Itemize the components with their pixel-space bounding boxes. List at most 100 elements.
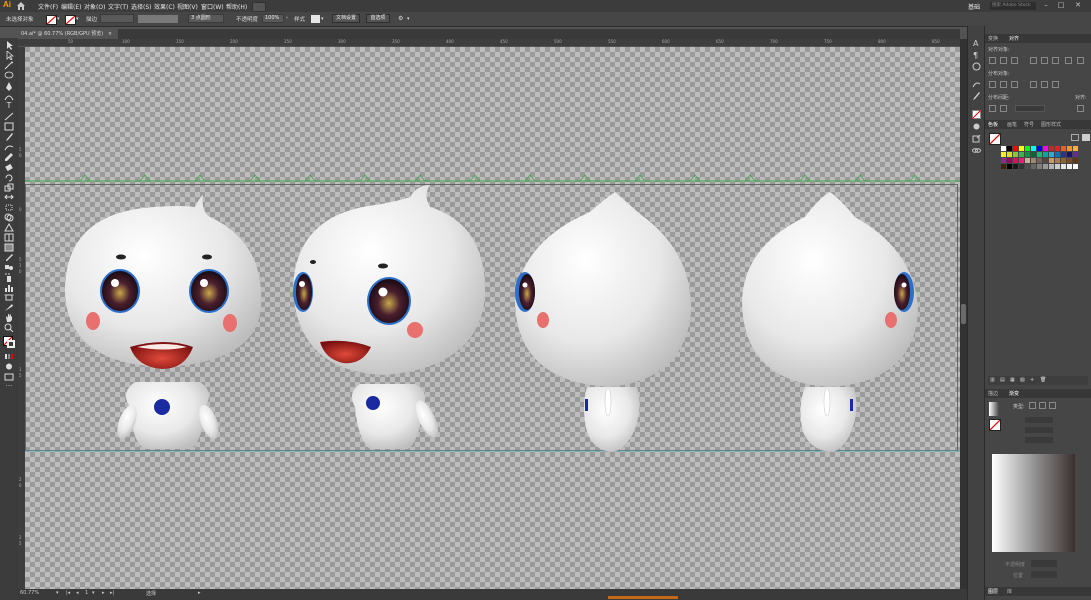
color-swatch[interactable] [1001, 146, 1006, 151]
page-number[interactable]: 1 [85, 590, 88, 596]
tab-brushes[interactable]: 画笔 [1007, 121, 1017, 128]
color-swatch[interactable] [1019, 152, 1024, 157]
color-swatch[interactable] [1073, 146, 1078, 151]
opacity-label[interactable]: 不透明度 [236, 15, 258, 23]
scale-tool-icon[interactable] [4, 183, 14, 192]
menu-file[interactable]: 文件(F) [38, 2, 58, 11]
zoom-tool-icon[interactable] [4, 323, 14, 332]
close-tab-icon[interactable]: × [108, 31, 112, 37]
home-icon[interactable] [16, 1, 26, 11]
color-swatch[interactable] [1019, 146, 1024, 151]
color-swatch[interactable] [1031, 164, 1036, 169]
color-swatch[interactable] [1001, 164, 1006, 169]
column-graph-tool-icon[interactable] [4, 283, 14, 292]
pencil-tool-icon[interactable] [4, 153, 14, 162]
shaper-tool-icon[interactable] [4, 143, 14, 152]
color-swatch[interactable] [1013, 158, 1018, 163]
gradient-thumbnail[interactable] [989, 402, 999, 416]
color-swatch[interactable] [1031, 152, 1036, 157]
chevron-down-icon[interactable]: ▾ [57, 16, 60, 22]
color-swatch[interactable] [1061, 152, 1066, 157]
radial-gradient-button[interactable] [1039, 402, 1046, 409]
menu-select[interactable]: 选择(S) [131, 2, 152, 11]
chevron-right-icon[interactable]: ▸ [198, 590, 201, 596]
fill-swatch-preview[interactable] [989, 133, 1001, 145]
search-stock-input[interactable]: 搜索 Adobe Stock [990, 2, 1036, 10]
arrange-icon[interactable]: ⚙ [398, 15, 403, 22]
symbols-panel-icon[interactable] [972, 80, 981, 89]
tab-transform[interactable]: 变换 [988, 35, 998, 42]
vertical-ruler[interactable]: 5 0 0 5 1 0 1 5 2 0 2 5 [18, 47, 25, 589]
eyedropper-tool-icon[interactable] [4, 253, 14, 262]
color-swatch[interactable] [1061, 146, 1066, 151]
new-color-group-icon[interactable]: ▧ [1020, 377, 1025, 383]
chevron-down-icon[interactable]: ▾ [56, 590, 59, 596]
direct-selection-tool-icon[interactable] [4, 51, 14, 60]
tab-swatches[interactable]: 色板 [988, 121, 998, 128]
artboard-canvas[interactable] [25, 47, 960, 589]
rectangle-tool-icon[interactable] [4, 122, 14, 131]
lasso-tool-icon[interactable] [4, 71, 14, 80]
swatch-options-icon[interactable]: ▦ [1010, 377, 1015, 383]
color-swatch[interactable] [1013, 164, 1018, 169]
distribute-bottom-button[interactable] [1011, 81, 1018, 88]
graphic-style-swatch[interactable] [311, 15, 320, 23]
menu-object[interactable]: 对象(O) [84, 2, 105, 11]
selection-tool-icon[interactable] [4, 41, 14, 50]
align-extra2-button[interactable] [1077, 57, 1084, 64]
align-to-selection-button[interactable] [1077, 105, 1084, 112]
distribute-left-button[interactable] [1030, 81, 1037, 88]
chevron-down-icon[interactable]: ▾ [321, 16, 324, 22]
gradient-tool-icon[interactable] [4, 243, 14, 252]
tab-layers[interactable]: 图层 [988, 588, 998, 595]
fill-stroke-control[interactable] [3, 336, 15, 348]
fill-swatch[interactable] [46, 15, 57, 25]
opentype-panel-icon[interactable] [972, 62, 981, 71]
gradient-fill-swatch[interactable] [989, 419, 1001, 431]
links-panel-icon[interactable] [972, 146, 981, 155]
paragraph-panel-icon[interactable]: ¶ [972, 50, 981, 59]
align-bottom-button[interactable] [1052, 57, 1059, 64]
menu-view[interactable]: 视图(V) [177, 2, 198, 11]
color-swatch[interactable] [1049, 146, 1054, 151]
freeform-gradient-button[interactable] [1049, 402, 1056, 409]
brushes-panel-icon[interactable] [972, 92, 981, 101]
color-swatch[interactable] [1025, 164, 1030, 169]
opacity-input[interactable]: 100% [262, 14, 284, 23]
color-swatch[interactable] [1067, 152, 1072, 157]
color-swatch[interactable] [1067, 146, 1072, 151]
tab-stroke[interactable]: 描边 [988, 390, 998, 397]
color-swatch[interactable] [1025, 146, 1030, 151]
color-swatch[interactable] [1031, 158, 1036, 163]
align-extra-button[interactable] [1065, 57, 1072, 64]
tab-symbols[interactable]: 符号 [1024, 121, 1034, 128]
shape-builder-tool-icon[interactable] [4, 213, 14, 222]
draw-mode-icon[interactable] [4, 362, 14, 371]
color-swatch[interactable] [1043, 146, 1048, 151]
color-swatch[interactable] [1001, 158, 1006, 163]
pen-tool-icon[interactable] [4, 82, 14, 91]
magic-wand-tool-icon[interactable] [4, 61, 14, 70]
color-swatch[interactable] [1073, 158, 1078, 163]
vertical-scrollbar[interactable] [960, 39, 967, 589]
more-tools-icon[interactable]: ··· [4, 382, 14, 391]
close-window-icon[interactable]: ✕ [1073, 1, 1083, 11]
list-view-icon[interactable] [1071, 134, 1079, 141]
mesh-tool-icon[interactable] [4, 233, 14, 242]
blend-tool-icon[interactable] [4, 263, 14, 272]
align-vcenter-button[interactable] [1041, 57, 1048, 64]
perspective-grid-tool-icon[interactable] [4, 223, 14, 232]
first-page-icon[interactable]: |◂ [66, 590, 70, 596]
color-swatch[interactable] [1007, 158, 1012, 163]
color-swatch[interactable] [1073, 164, 1078, 169]
align-hcenter-button[interactable] [1000, 57, 1007, 64]
color-swatch[interactable] [1037, 152, 1042, 157]
color-swatch[interactable] [1025, 152, 1030, 157]
linear-gradient-button[interactable] [1029, 402, 1036, 409]
color-swatch[interactable] [1019, 158, 1024, 163]
distribute-vcenter-button[interactable] [1000, 81, 1007, 88]
tab-align[interactable]: 对齐 [1009, 35, 1019, 42]
gradient-stroke-options[interactable] [1025, 417, 1053, 423]
menu-effect[interactable]: 效果(C) [154, 2, 175, 11]
document-setup-button[interactable]: 文档设置 [332, 14, 360, 23]
